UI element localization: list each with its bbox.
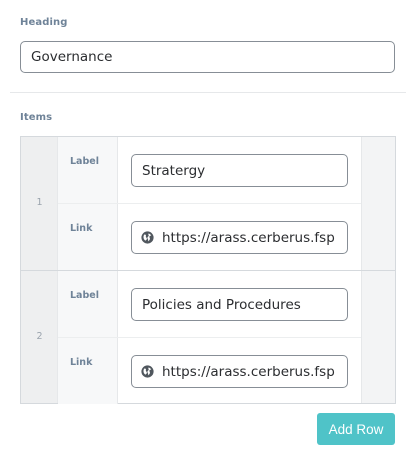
heading-field-label: Heading — [20, 17, 68, 28]
link-subfield-label: Link — [70, 223, 93, 234]
label-subfield-label: Label — [70, 156, 99, 167]
label-input-wrapper — [131, 288, 348, 321]
row-number: 1 — [36, 197, 43, 208]
subfield-label-column: Label — [58, 271, 118, 337]
repeater-row: 1 Label Link — [21, 137, 395, 270]
row-actions-column[interactable] — [361, 137, 395, 270]
globe-icon — [141, 365, 154, 378]
items-repeater-table: 1 Label Link — [20, 136, 396, 404]
link-subfield-label: Link — [70, 357, 93, 368]
subfield-label-column: Link — [58, 204, 118, 270]
label-input-wrapper — [131, 154, 348, 187]
add-row-button[interactable]: Add Row — [317, 413, 395, 445]
subfield-label-column: Label — [58, 137, 118, 203]
label-subfield-label: Label — [70, 290, 99, 301]
divider — [10, 92, 406, 93]
link-subfield: Link — [58, 337, 361, 404]
row-fields: Label Link — [58, 137, 361, 270]
row-fields: Label Link — [58, 271, 361, 404]
row-label-input[interactable] — [131, 288, 348, 321]
label-subfield: Label — [58, 137, 361, 203]
row-actions-column[interactable] — [361, 271, 395, 403]
repeater-row: 2 Label Link — [21, 270, 395, 404]
items-field-label: Items — [20, 112, 53, 123]
row-drag-handle[interactable]: 2 — [21, 271, 58, 403]
link-input-wrapper — [131, 221, 348, 254]
row-link-input[interactable] — [131, 221, 348, 254]
row-link-input[interactable] — [131, 355, 348, 388]
row-drag-handle[interactable]: 1 — [21, 137, 58, 270]
heading-input[interactable] — [20, 41, 395, 73]
row-number: 2 — [36, 331, 43, 342]
row-label-input[interactable] — [131, 154, 348, 187]
subfield-label-column: Link — [58, 338, 118, 404]
globe-icon — [141, 231, 154, 244]
label-subfield: Label — [58, 271, 361, 337]
link-subfield: Link — [58, 203, 361, 270]
link-input-wrapper — [131, 355, 348, 388]
